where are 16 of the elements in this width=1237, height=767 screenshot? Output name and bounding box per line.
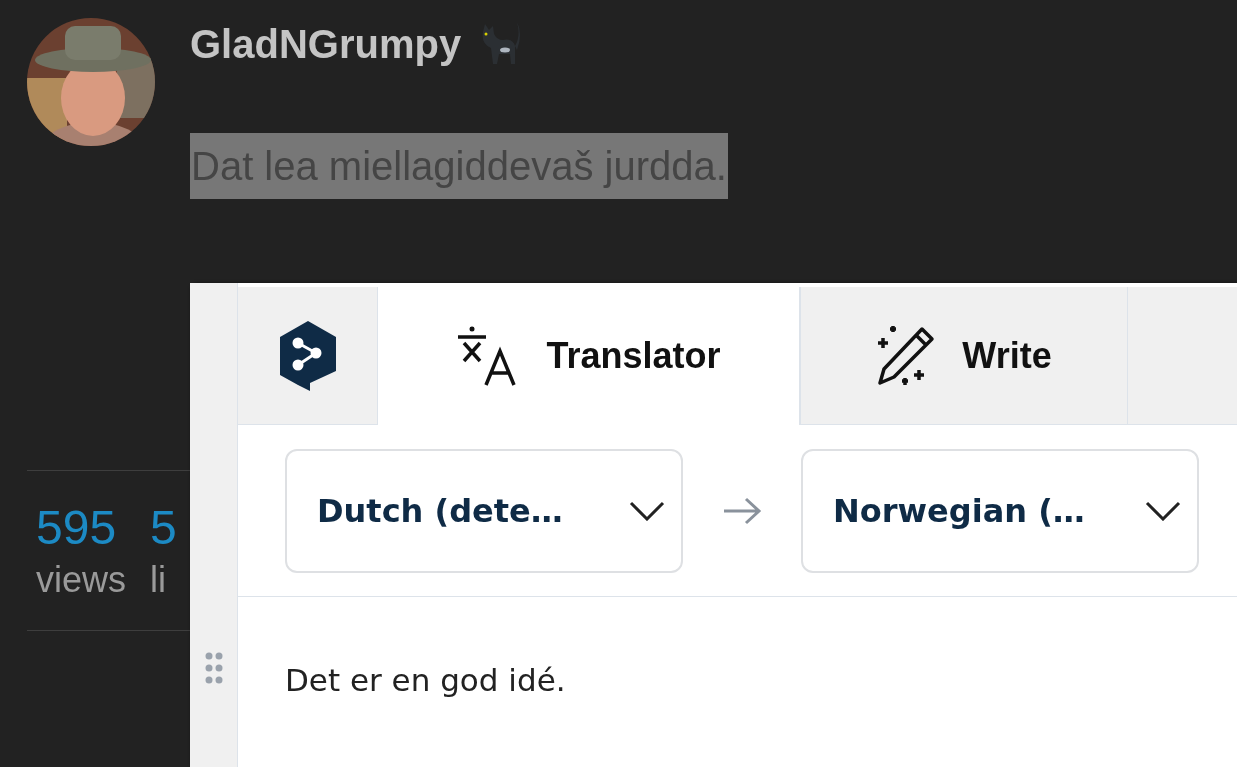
target-language-dropdown[interactable]: Norwegian (… <box>801 448 1199 573</box>
tab[interactable]: Translator <box>377 287 800 425</box>
chevron-down-icon <box>629 500 665 521</box>
stat-value: 595 <box>36 504 118 552</box>
stat-label: li <box>150 562 168 598</box>
arrow-right-icon <box>722 495 762 526</box>
stat-label: views <box>36 562 127 598</box>
username[interactable]: GladNGrumpy <box>190 20 462 68</box>
magic-pen-icon <box>876 324 937 387</box>
source-language-dropdown[interactable]: Dutch (dete… <box>285 448 683 573</box>
stat-value: 5 <box>150 504 177 552</box>
logo-icon[interactable] <box>279 320 336 391</box>
translation-output: Det er en god idé. <box>285 662 566 698</box>
chevron-down-icon <box>1145 500 1181 521</box>
tab[interactable]: Write <box>800 287 1128 424</box>
drag-handle-icon[interactable] <box>203 652 224 684</box>
